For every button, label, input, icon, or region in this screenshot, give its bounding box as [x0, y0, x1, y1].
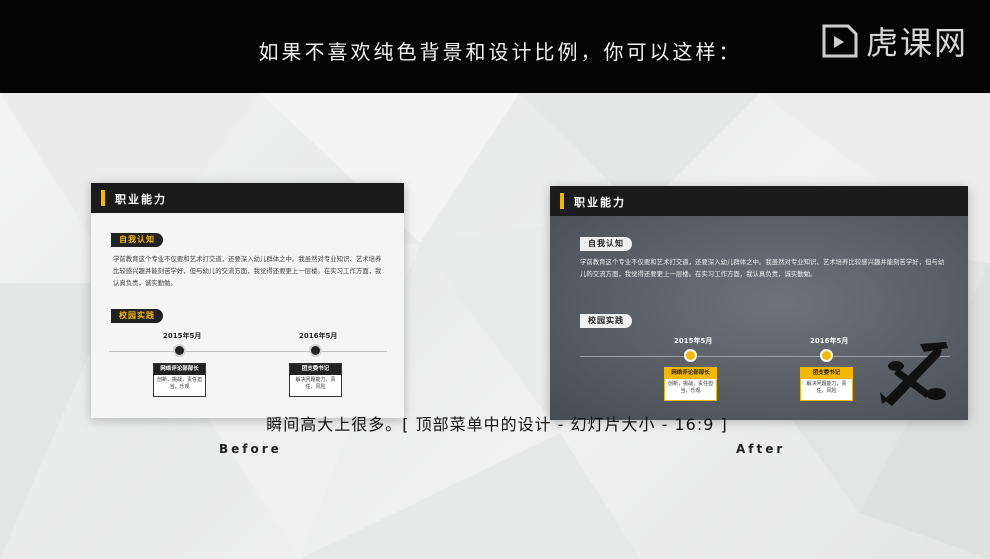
accent-bar — [101, 190, 105, 206]
before-label: Before — [219, 442, 282, 456]
after-label: After — [736, 442, 786, 456]
timeline-dot — [686, 351, 695, 360]
top-banner: 如果不喜欢纯色背景和设计比例，你可以这样： 虎课网 — [0, 0, 990, 93]
timeline-year: 2015年5月 — [674, 337, 713, 345]
tag-self-awareness: 自我认知 — [111, 233, 163, 247]
before-slide: 职业能力 自我认知 学前教育这个专业不仅要和艺术打交道，还要深入幼儿群体之中。我… — [91, 183, 404, 418]
timeline-dot — [175, 346, 184, 355]
logo-text: 虎课网 — [865, 24, 968, 62]
tag-self-awareness: 自我认知 — [580, 237, 632, 251]
timeline-card-body: 创新，挑战，责任担当，乐观 — [668, 381, 714, 394]
timeline-card: 网络评论部部长 创新，挑战，责任担当，乐观 — [664, 367, 717, 401]
slide-title: 职业能力 — [574, 196, 626, 209]
timeline-card-title: 团支委书记 — [290, 364, 341, 375]
slide-header: 职业能力 — [91, 183, 404, 213]
subtitle-caption: 瞬间高大上很多。[ 顶部菜单中的设计 - 幻灯片大小 - 16:9 ] — [266, 415, 728, 434]
airplane-icon — [880, 342, 948, 406]
tiger-course-logo-icon — [822, 24, 858, 58]
timeline-card: 网络评论部部长 创新，挑战，责任担当，乐观 — [153, 363, 206, 397]
timeline-card-title: 团支委书记 — [801, 368, 852, 379]
timeline-card-title: 网络评论部部长 — [665, 368, 716, 379]
slide-title: 职业能力 — [115, 193, 167, 206]
timeline-dot — [822, 351, 831, 360]
timeline-line — [109, 351, 387, 352]
timeline-card-body: 解决问题能力，责任，风险 — [295, 377, 336, 390]
timeline-year: 2015年5月 — [163, 332, 202, 340]
timeline-year: 2016年5月 — [810, 337, 849, 345]
stage-background: 职业能力 自我认知 学前教育这个专业不仅要和艺术打交道，还要深入幼儿群体之中。我… — [0, 93, 990, 559]
timeline-card-body: 解决问题能力，责任，风险 — [806, 381, 847, 394]
slide-header: 职业能力 — [550, 186, 968, 216]
timeline-card: 团支委书记 解决问题能力，责任，风险 — [800, 367, 853, 401]
timeline-dot — [311, 346, 320, 355]
timeline-card-title: 网络评论部部长 — [154, 364, 205, 375]
tag-campus-practice: 校园实践 — [580, 314, 632, 328]
after-slide: 职业能力 自我认知 学前教育这个专业不仅要和艺术打交道，还要深入幼儿群体之中。我… — [550, 186, 968, 420]
brand-logo: 虎课网 — [818, 18, 968, 64]
profile-paragraph: 学前教育这个专业不仅要和艺术打交道，还要深入幼儿群体之中。我虽然对专业知识、艺术… — [580, 258, 945, 278]
timeline-card: 团支委书记 解决问题能力，责任，风险 — [289, 363, 342, 397]
timeline-card-body: 创新，挑战，责任担当，乐观 — [157, 377, 203, 390]
profile-paragraph: 学前教育这个专业不仅要和艺术打交道，还要深入幼儿群体之中。我虽然对专业知识、艺术… — [113, 255, 382, 287]
tag-campus-practice: 校园实践 — [111, 309, 163, 323]
timeline-year: 2016年5月 — [299, 332, 338, 340]
accent-bar — [560, 193, 564, 209]
